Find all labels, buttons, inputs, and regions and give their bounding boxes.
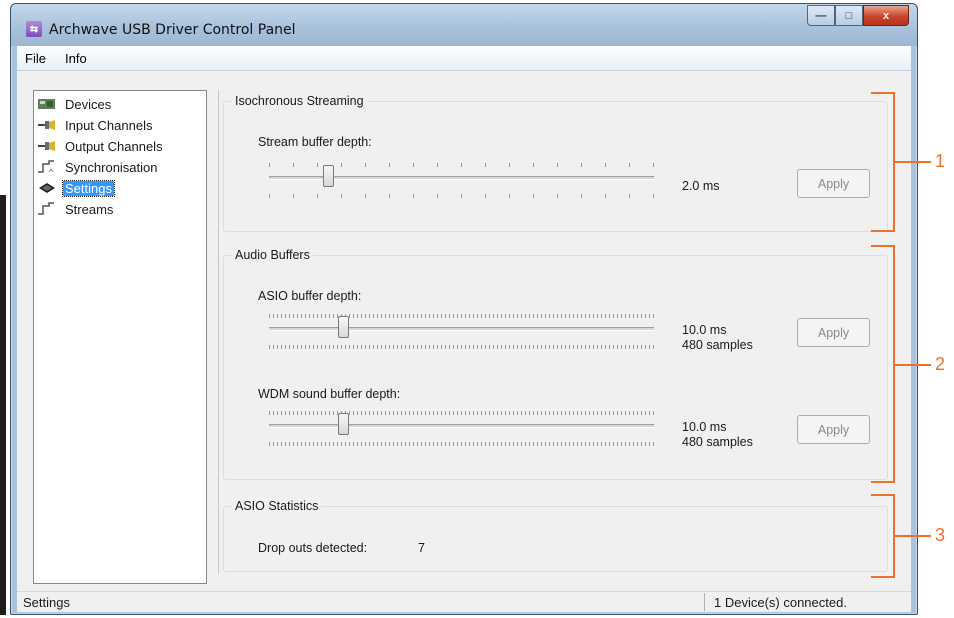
wdm-buffer-label: WDM sound buffer depth: (258, 387, 401, 401)
callout-bracket-2 (871, 245, 895, 483)
slider-thumb[interactable] (338, 413, 349, 435)
usb-app-icon: ⇆ (26, 21, 42, 37)
isochronous-streaming-group: Isochronous Streaming Stream buffer dept… (223, 94, 888, 232)
synchronisation-icon (36, 160, 58, 174)
client-area: Devices Input Channels Output Channels S… (17, 71, 911, 593)
slider-thumb[interactable] (323, 165, 334, 187)
devices-icon (36, 97, 58, 111)
title-bar: ⇆ Archwave USB Driver Control Panel — □ … (11, 4, 917, 46)
slider-ticks-bottom (269, 442, 654, 446)
asio-buffer-value: 10.0 ms (682, 323, 727, 337)
asio-buffer-samples: 480 samples (682, 338, 753, 352)
wdm-buffer-samples: 480 samples (682, 435, 753, 449)
callout-number-2: 2 (935, 354, 946, 374)
tree-item-input-channels[interactable]: Input Channels (36, 116, 154, 134)
asio-statistics-group: ASIO Statistics Drop outs detected: 7 (223, 499, 888, 572)
tree-label: Streams (65, 201, 114, 217)
group-title: Audio Buffers (232, 248, 313, 262)
stream-buffer-value: 2.0 ms (682, 179, 720, 193)
group-title: Isochronous Streaming (232, 94, 367, 108)
callout-number-3: 3 (935, 525, 946, 545)
slider-ticks-top (269, 411, 654, 415)
window-title: Archwave USB Driver Control Panel (49, 22, 296, 38)
status-text: Settings (23, 595, 70, 610)
tree-item-settings[interactable]: Settings (36, 179, 115, 197)
tree-label: Output Channels (65, 138, 163, 154)
tree-label: Input Channels (65, 117, 153, 133)
caption-buttons: — □ x (807, 5, 909, 27)
callout-number-1: 1 (935, 151, 946, 171)
output-channels-icon (36, 139, 58, 153)
slider-ticks-bottom (269, 345, 654, 349)
background-edge (0, 195, 6, 615)
menu-bar: File Info (17, 46, 911, 71)
slider-track (269, 424, 654, 428)
dropouts-label: Drop outs detected: (258, 541, 368, 555)
slider-track (269, 327, 654, 331)
tree-item-output-channels[interactable]: Output Channels (36, 137, 165, 155)
tree-label: Synchronisation (65, 159, 158, 175)
callout-bracket-1 (871, 92, 895, 232)
tree-item-synchronisation[interactable]: Synchronisation (36, 158, 160, 176)
maximize-button[interactable]: □ (835, 5, 863, 26)
slider-ticks-bottom (269, 194, 654, 198)
tree-label: Devices (65, 96, 112, 112)
app-window: ⇆ Archwave USB Driver Control Panel — □ … (10, 3, 918, 615)
tree-item-streams[interactable]: Streams (36, 200, 115, 218)
callout-bracket-3 (871, 494, 895, 578)
wdm-apply-button[interactable]: Apply (797, 415, 870, 444)
dropouts-value: 7 (418, 541, 425, 555)
settings-icon (36, 181, 58, 195)
pane-divider (218, 90, 219, 574)
status-separator (704, 593, 705, 611)
stream-buffer-label: Stream buffer depth: (258, 135, 372, 149)
stream-buffer-slider[interactable] (269, 163, 654, 205)
stream-apply-button[interactable]: Apply (797, 169, 870, 198)
wdm-buffer-slider[interactable] (269, 411, 654, 453)
device-status: 1 Device(s) connected. (714, 595, 847, 610)
callout-line-1 (895, 161, 931, 163)
navigation-tree: Devices Input Channels Output Channels S… (33, 90, 207, 584)
menu-file[interactable]: File (25, 51, 46, 66)
slider-thumb[interactable] (338, 316, 349, 338)
wdm-buffer-value: 10.0 ms (682, 420, 727, 434)
audio-buffers-group: Audio Buffers ASIO buffer depth: 10.0 ms… (223, 248, 888, 480)
tree-label: Settings (62, 179, 115, 197)
input-channels-icon (36, 118, 58, 132)
asio-buffer-slider[interactable] (269, 314, 654, 356)
slider-ticks-top (269, 314, 654, 318)
minimize-button[interactable]: — (807, 5, 835, 26)
menu-info[interactable]: Info (65, 51, 87, 66)
status-bar: Settings 1 Device(s) connected. (17, 591, 911, 612)
asio-apply-button[interactable]: Apply (797, 318, 870, 347)
callout-line-3 (895, 535, 931, 537)
asio-buffer-label: ASIO buffer depth: (258, 289, 362, 303)
callout-line-2 (895, 364, 931, 366)
tree-item-devices[interactable]: Devices (36, 95, 113, 113)
streams-icon (36, 202, 58, 216)
group-title: ASIO Statistics (232, 499, 322, 513)
close-button[interactable]: x (863, 5, 909, 26)
